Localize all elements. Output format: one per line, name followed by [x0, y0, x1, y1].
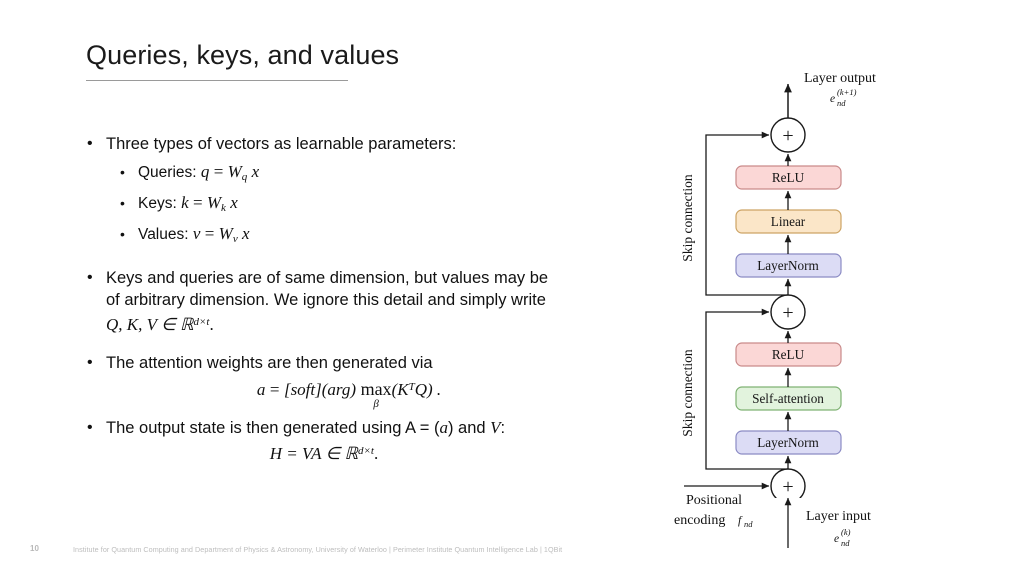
values-eq-w: W — [218, 224, 233, 243]
block-layernorm-bottom-label: LayerNorm — [757, 435, 819, 450]
layer-output-subscript: nd — [837, 98, 846, 108]
plus-icon: + — [782, 476, 793, 498]
sub-bullet-values-label: Values: — [138, 226, 189, 243]
sub-bullet-keys-label: Keys: — [138, 195, 177, 212]
attention-weights-equation: a = [soft](arg) max β (KTQ) . — [106, 376, 662, 410]
attn-eq-max: max β — [361, 378, 392, 410]
output-state-equation: H = VA ∈ ℝd×t. — [106, 440, 662, 465]
slide-footer: 10 Institute for Quantum Computing and D… — [0, 544, 1024, 558]
bullet-output-state-colon: : — [500, 419, 506, 437]
sub-bullet-queries-label: Queries: — [138, 164, 197, 181]
layer-output-label: Layer output — [804, 71, 876, 86]
positional-encoding-subscript: nd — [744, 519, 753, 529]
values-eq-rel: = — [204, 224, 215, 243]
queries-eq-lhs: q — [200, 162, 210, 181]
bullet-output-state-mid: ) and — [447, 419, 491, 437]
out-eq-sup: d×t — [358, 445, 374, 457]
layer-output-superscript: (k+1) — [837, 87, 857, 97]
bullet-dot: • — [87, 354, 93, 371]
keys-eq-w: W — [206, 193, 222, 212]
block-self-attention-label: Self-attention — [752, 391, 824, 406]
attn-eq-arg: (K — [391, 380, 409, 399]
footer-attribution: Institute for Quantum Computing and Depa… — [73, 545, 563, 554]
queries-eq-sub: q — [241, 171, 248, 183]
out-eq-lhs: H = VA ∈ ℝ — [269, 444, 358, 463]
block-layernorm-top-label: LayerNorm — [757, 258, 819, 273]
bullet-dimensions-line2: of arbitrary dimension. We ignore this d… — [106, 291, 546, 309]
sub-bullet-queries: • Queries: q = Wq x — [82, 159, 662, 190]
layer-output-symbol: e — [830, 93, 835, 105]
bullet-output-state-pre: The output state is then generated using… — [106, 419, 440, 437]
attn-eq-lhs: a — [256, 380, 266, 399]
bullet-output-state-a: a — [439, 418, 448, 437]
keys-eq-rel: = — [192, 193, 203, 212]
positional-encoding-line2: encoding — [674, 513, 725, 528]
bullet-attention-weights-text: The attention weights are then generated… — [106, 354, 433, 372]
skip-connection-label-top: Skip connection — [680, 174, 695, 262]
queries-eq-x: x — [251, 162, 260, 181]
attn-eq-soft: [soft](arg) — [283, 380, 357, 399]
values-eq-lhs: v — [192, 224, 201, 243]
positional-encoding-symbol: f — [738, 515, 743, 527]
queries-eq-rel: = — [213, 162, 224, 181]
bullet-output-state-V: V — [490, 418, 501, 437]
positional-encoding-line1: Positional — [686, 493, 742, 508]
bullet-dot: • — [120, 226, 125, 242]
bullet-vector-types: • Three types of vectors as learnable pa… — [82, 133, 662, 155]
bullet-dimensions: • Keys and queries are of same dimension… — [82, 267, 662, 336]
sub-bullet-list: • Queries: q = Wq x • Keys: k = Wk x • V… — [82, 159, 662, 252]
layer-input-superscript: (k) — [841, 527, 851, 537]
sub-bullet-values: • Values: v = Wv x — [82, 221, 662, 252]
bullet-dimensions-math-end: . — [209, 315, 214, 334]
bullet-dimensions-line1: Keys and queries are of same dimension, … — [106, 269, 549, 287]
slide-canvas: Queries, keys, and values • Three types … — [0, 0, 1024, 576]
keys-eq-lhs: k — [181, 193, 189, 212]
queries-eq-w: W — [227, 162, 242, 181]
plus-icon: + — [782, 125, 793, 147]
block-linear-label: Linear — [771, 214, 806, 229]
transformer-block-diagram: Layer output e nd (k+1) + ReLU Linear La… — [666, 58, 1016, 548]
block-relu-bottom-label: ReLU — [772, 347, 805, 362]
plus-icon: + — [782, 302, 793, 324]
bullet-output-state: • The output state is then generated usi… — [82, 417, 662, 465]
page-number: 10 — [30, 544, 39, 553]
keys-eq-x: x — [230, 193, 238, 212]
page-title: Queries, keys, and values — [86, 40, 400, 70]
bullet-dot: • — [87, 269, 93, 286]
sub-bullet-keys: • Keys: k = Wk x — [82, 190, 662, 221]
attn-eq-arg-end: Q) . — [414, 380, 442, 399]
block-relu-top-label: ReLU — [772, 170, 805, 185]
bullet-dimensions-math-sup: d×t — [193, 316, 210, 328]
title-underline — [86, 80, 348, 82]
keys-eq-sub: k — [221, 202, 226, 214]
bullet-dimensions-math: Q, K, V ∈ ℝ — [106, 315, 194, 334]
bullet-dot: • — [120, 164, 125, 180]
attn-eq-beta: β — [373, 398, 379, 410]
skip-connection-label-bottom: Skip connection — [680, 349, 695, 437]
body-content: • Three types of vectors as learnable pa… — [82, 133, 662, 469]
bullet-dot: • — [120, 195, 125, 211]
values-eq-sub: v — [232, 233, 238, 245]
values-eq-x: x — [242, 224, 250, 243]
bullet-attention-weights: • The attention weights are then generat… — [82, 352, 662, 410]
bullet-vector-types-text: Three types of vectors as learnable para… — [106, 135, 457, 153]
title-block: Queries, keys, and values — [86, 40, 646, 82]
layer-input-label: Layer input — [806, 509, 871, 524]
attn-eq-rel: = — [269, 380, 280, 399]
bullet-dot: • — [87, 419, 93, 436]
bullet-dot: • — [87, 135, 93, 152]
out-eq-end: . — [373, 444, 379, 463]
